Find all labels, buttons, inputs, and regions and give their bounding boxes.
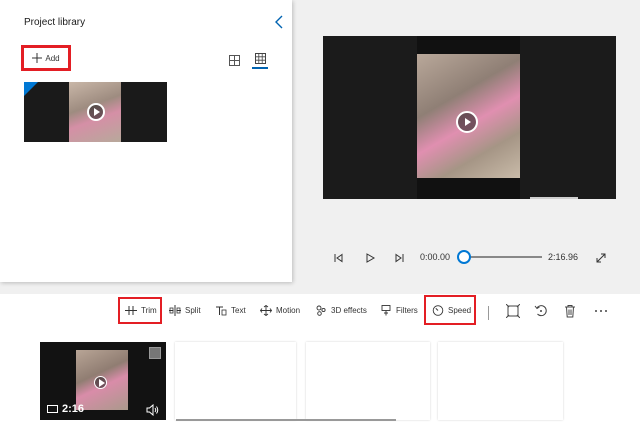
dense-grid-icon bbox=[254, 53, 266, 64]
volume-icon[interactable] bbox=[146, 403, 159, 417]
clip-duration: 2:16 bbox=[47, 403, 84, 415]
filters-label: Filters bbox=[396, 306, 418, 315]
timeline-scrollbar[interactable] bbox=[176, 419, 396, 421]
seek-slider-track[interactable] bbox=[464, 256, 542, 258]
text-label: Text bbox=[231, 306, 246, 315]
clip-play-icon bbox=[94, 376, 107, 389]
fullscreen-icon[interactable] bbox=[595, 251, 607, 263]
active-view-indicator bbox=[252, 67, 268, 69]
3d-effects-icon bbox=[316, 305, 326, 316]
text-button[interactable]: Text bbox=[215, 297, 246, 324]
previous-frame-icon[interactable] bbox=[333, 251, 345, 263]
trim-icon bbox=[125, 306, 137, 315]
rotate-icon[interactable] bbox=[534, 304, 548, 318]
total-time: 2:16.96 bbox=[548, 252, 579, 262]
grid-view-icon[interactable] bbox=[229, 53, 240, 66]
3d-effects-button[interactable]: 3D effects bbox=[315, 297, 367, 324]
trim-button[interactable]: Trim bbox=[118, 297, 162, 324]
library-media-thumbnail[interactable] bbox=[24, 82, 167, 142]
split-icon bbox=[169, 305, 181, 316]
next-frame-icon[interactable] bbox=[393, 251, 405, 263]
filters-icon bbox=[381, 305, 391, 316]
preview-seek-indicator bbox=[530, 197, 578, 199]
film-icon bbox=[47, 405, 58, 413]
project-library-title: Project library bbox=[24, 17, 86, 28]
speed-label: Speed bbox=[448, 305, 472, 315]
play-icon[interactable] bbox=[364, 251, 376, 263]
split-label: Split bbox=[185, 306, 201, 315]
play-icon bbox=[87, 103, 105, 121]
more-options-icon[interactable] bbox=[594, 304, 608, 318]
add-button-label: Add bbox=[45, 53, 60, 63]
plus-icon bbox=[32, 53, 43, 63]
motion-button[interactable]: Motion bbox=[260, 297, 300, 324]
toolbar-separator bbox=[488, 306, 489, 320]
list-view-toggle[interactable] bbox=[252, 50, 268, 70]
empty-clip-slot[interactable] bbox=[306, 342, 430, 420]
seek-slider-thumb[interactable] bbox=[457, 250, 471, 264]
speed-button[interactable]: Speed bbox=[424, 295, 476, 325]
3d-effects-label: 3D effects bbox=[331, 306, 367, 315]
play-overlay-icon[interactable] bbox=[456, 111, 478, 133]
current-time: 0:00.00 bbox=[420, 252, 451, 262]
text-icon bbox=[216, 306, 227, 316]
motion-icon bbox=[260, 305, 272, 316]
add-button[interactable]: Add bbox=[21, 45, 71, 71]
storyboard-clip[interactable]: 2:16 bbox=[40, 342, 166, 420]
motion-label: Motion bbox=[276, 306, 301, 315]
project-library-panel: Project library Add bbox=[0, 0, 292, 282]
delete-trash-icon[interactable] bbox=[563, 304, 577, 318]
clip-duration-text: 2:16 bbox=[62, 403, 85, 415]
split-button[interactable]: Split bbox=[169, 297, 201, 324]
empty-clip-slot[interactable] bbox=[438, 342, 563, 420]
empty-clip-slot[interactable] bbox=[175, 342, 296, 420]
filters-button[interactable]: Filters bbox=[380, 297, 418, 324]
clip-select-checkbox[interactable] bbox=[149, 347, 161, 359]
trim-label: Trim bbox=[141, 306, 157, 315]
added-corner-badge bbox=[24, 82, 38, 96]
collapse-chevron-icon[interactable] bbox=[272, 14, 286, 30]
resize-icon[interactable] bbox=[505, 303, 521, 319]
video-preview[interactable] bbox=[323, 36, 616, 199]
speed-icon bbox=[432, 304, 444, 316]
